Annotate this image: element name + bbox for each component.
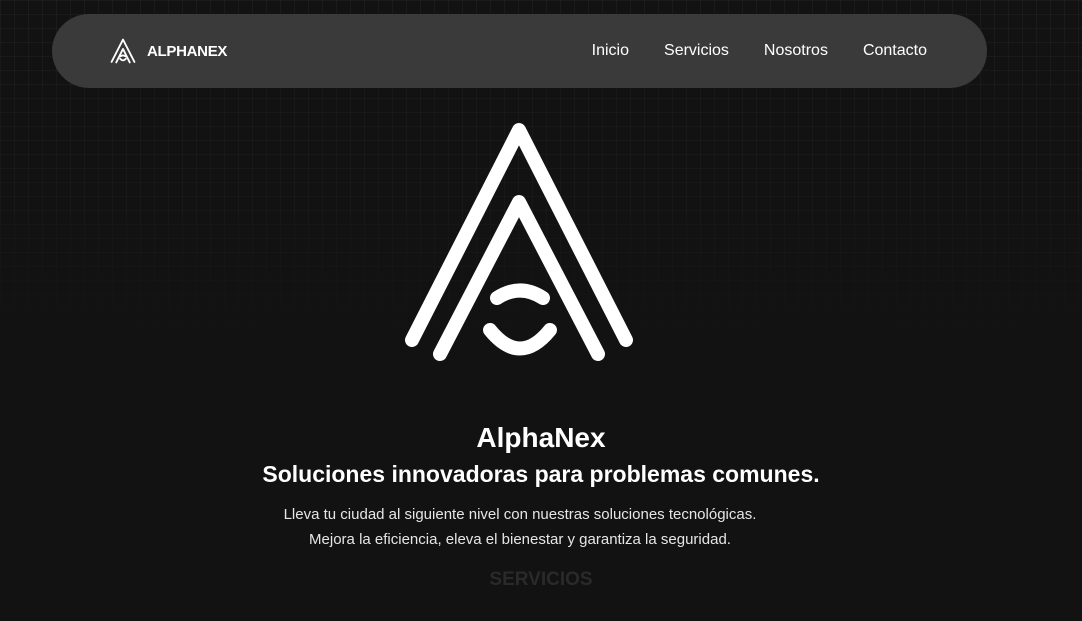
brand-name: ALPHANEX — [147, 42, 228, 60]
nav-link-nosotros[interactable]: Nosotros — [764, 42, 828, 60]
page: SERVICIOS ALPHANEX Inicio Servicios Noso… — [0, 0, 1082, 621]
section-heading-servicios: SERVICIOS — [489, 569, 593, 590]
hero-description: Lleva tu ciudad al siguiente nivel con n… — [283, 506, 757, 548]
nav-link-contacto[interactable]: Contacto — [863, 42, 927, 60]
nav-link-inicio[interactable]: Inicio — [592, 42, 629, 60]
hero-title: AlphaNex — [476, 422, 606, 453]
hero-subtitle: Soluciones innovadoras para problemas co… — [262, 461, 820, 487]
navbar: ALPHANEX Inicio Servicios Nosotros Conta… — [52, 14, 987, 88]
nav-link-servicios[interactable]: Servicios — [664, 42, 729, 60]
alphanex-logo — [405, 123, 633, 361]
brand-link[interactable]: ALPHANEX — [110, 38, 227, 64]
nav-links: Inicio Servicios Nosotros Contacto — [557, 14, 927, 88]
alphanex-logo-icon — [110, 38, 136, 64]
